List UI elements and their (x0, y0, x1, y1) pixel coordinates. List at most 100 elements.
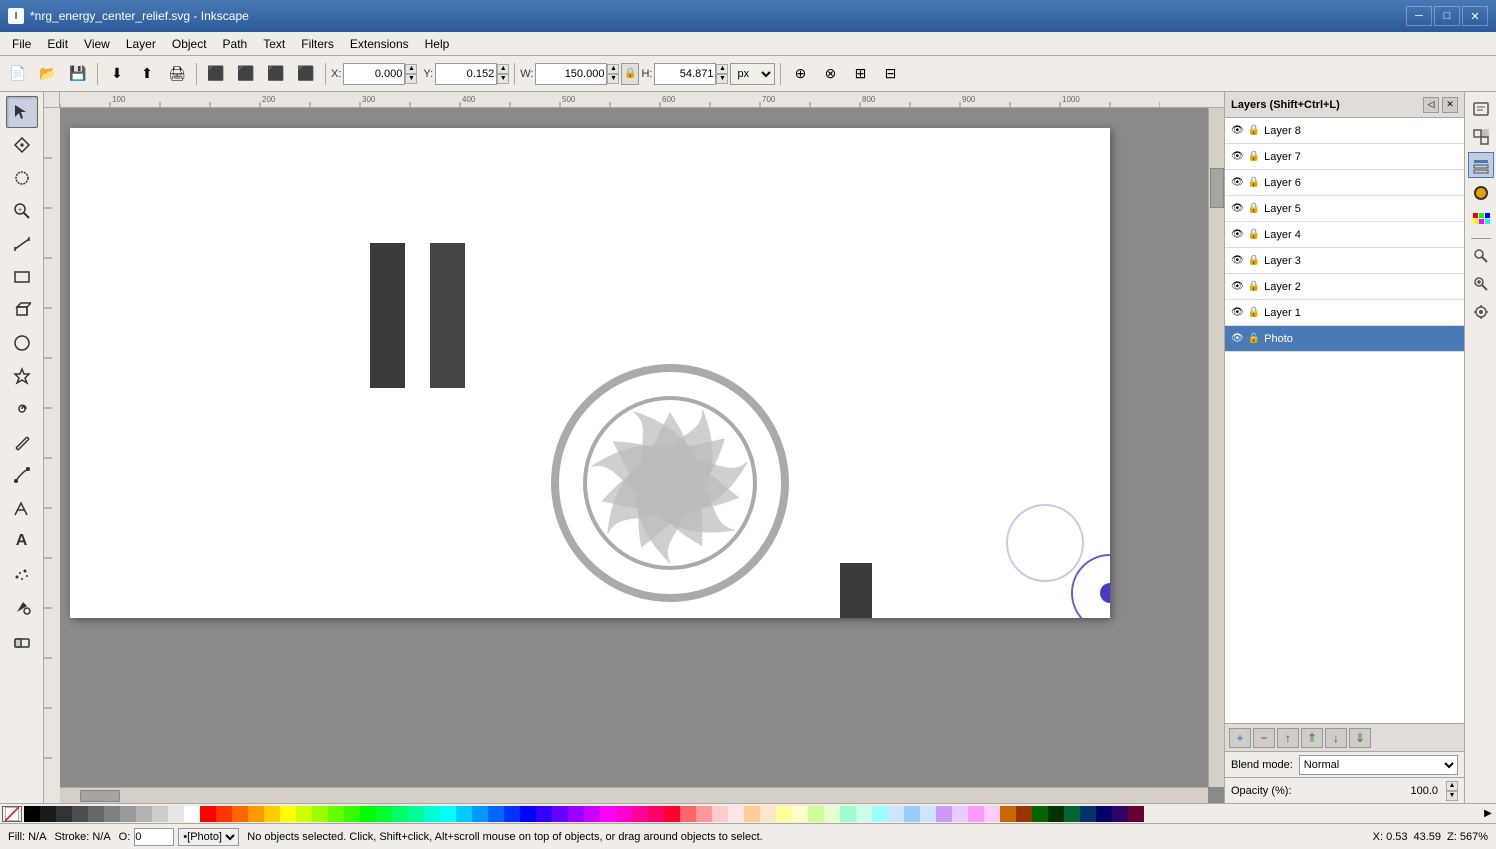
palette-none-button[interactable] (2, 806, 22, 822)
palette-color-56[interactable] (920, 806, 936, 822)
opacity-up-arrow[interactable]: ▲ (1446, 781, 1458, 791)
palette-color-16[interactable] (280, 806, 296, 822)
opacity-down-arrow[interactable]: ▼ (1446, 791, 1458, 801)
layer-lock-7[interactable]: 🔒 (1248, 307, 1260, 318)
layers-header-close[interactable]: ✕ (1442, 97, 1458, 113)
palette-color-43[interactable] (712, 806, 728, 822)
palette-color-68[interactable] (1112, 806, 1128, 822)
layer-visibility-6[interactable]: 👁 (1231, 281, 1244, 292)
menu-item-edit[interactable]: Edit (39, 33, 76, 55)
palette-color-46[interactable] (760, 806, 776, 822)
palette-color-62[interactable] (1016, 806, 1032, 822)
snap-button-4[interactable]: ⊟ (876, 60, 904, 88)
layer-item-7[interactable]: 👁 🔒 Layer 1 (1225, 300, 1464, 326)
snap-icon[interactable] (1468, 299, 1494, 325)
palette-color-69[interactable] (1128, 806, 1144, 822)
palette-color-23[interactable] (392, 806, 408, 822)
objects-icon[interactable] (1468, 124, 1494, 150)
layers-icon[interactable] (1468, 152, 1494, 178)
star-tool-button[interactable] (6, 360, 38, 392)
palette-color-0[interactable] (24, 806, 40, 822)
eraser-tool-button[interactable] (6, 624, 38, 656)
palette-color-32[interactable] (536, 806, 552, 822)
palette-color-14[interactable] (248, 806, 264, 822)
layer-lock-5[interactable]: 🔒 (1248, 255, 1260, 266)
palette-color-13[interactable] (232, 806, 248, 822)
palette-color-44[interactable] (728, 806, 744, 822)
w-down-arrow[interactable]: ▼ (607, 74, 619, 84)
palette-color-21[interactable] (360, 806, 376, 822)
layer-lock-0[interactable]: 🔒 (1248, 125, 1260, 136)
palette-color-50[interactable] (824, 806, 840, 822)
palette-color-47[interactable] (776, 806, 792, 822)
raise-layer-button[interactable]: ↑ (1277, 728, 1299, 748)
zoom-tool-button[interactable]: + (6, 195, 38, 227)
palette-color-60[interactable] (984, 806, 1000, 822)
palette-scroll-right[interactable]: ▶ (1480, 808, 1496, 819)
layer-item-0[interactable]: 👁 🔒 Layer 8 (1225, 118, 1464, 144)
palette-color-9[interactable] (168, 806, 184, 822)
palette-color-39[interactable] (648, 806, 664, 822)
palette-color-7[interactable] (136, 806, 152, 822)
palette-color-59[interactable] (968, 806, 984, 822)
menu-item-path[interactable]: Path (215, 33, 256, 55)
menu-item-object[interactable]: Object (164, 33, 215, 55)
pencil-tool-button[interactable] (6, 426, 38, 458)
h-down-arrow[interactable]: ▼ (716, 74, 728, 84)
palette-color-25[interactable] (424, 806, 440, 822)
align-right-button[interactable]: ⬛ (262, 60, 290, 88)
palette-color-20[interactable] (344, 806, 360, 822)
opacity-status-input[interactable] (134, 828, 174, 846)
export-button[interactable]: ⬆ (133, 60, 161, 88)
new-button[interactable]: 📄 (4, 60, 32, 88)
w-up-arrow[interactable]: ▲ (607, 64, 619, 74)
layer-item-3[interactable]: 👁 🔒 Layer 5 (1225, 196, 1464, 222)
palette-color-15[interactable] (264, 806, 280, 822)
palette-color-53[interactable] (872, 806, 888, 822)
open-button[interactable]: 📂 (34, 60, 62, 88)
menu-item-text[interactable]: Text (255, 33, 293, 55)
vertical-scrollbar[interactable] (1208, 108, 1224, 787)
palette-color-30[interactable] (504, 806, 520, 822)
tweak-tool-button[interactable] (6, 162, 38, 194)
paint-bucket-button[interactable] (6, 591, 38, 623)
menu-item-filters[interactable]: Filters (293, 33, 342, 55)
svg-document[interactable] (70, 128, 1110, 618)
maximize-button[interactable]: □ (1434, 6, 1460, 26)
swatches-icon[interactable] (1468, 208, 1494, 234)
palette-color-57[interactable] (936, 806, 952, 822)
palette-color-65[interactable] (1064, 806, 1080, 822)
palette-color-29[interactable] (488, 806, 504, 822)
import-button[interactable]: ⬇ (103, 60, 131, 88)
align-top-button[interactable]: ⬛ (292, 60, 320, 88)
layer-lock-2[interactable]: 🔒 (1248, 177, 1260, 188)
layer-visibility-4[interactable]: 👁 (1231, 229, 1244, 240)
add-layer-button[interactable]: + (1229, 728, 1251, 748)
palette-color-24[interactable] (408, 806, 424, 822)
rect-tool-button[interactable] (6, 261, 38, 293)
canvas-area[interactable]: 100 200 300 400 500 600 (44, 92, 1224, 803)
palette-color-61[interactable] (1000, 806, 1016, 822)
palette-color-36[interactable] (600, 806, 616, 822)
x-down-arrow[interactable]: ▼ (405, 74, 417, 84)
palette-color-67[interactable] (1096, 806, 1112, 822)
xml-editor-icon[interactable] (1468, 96, 1494, 122)
layer-item-5[interactable]: 👁 🔒 Layer 3 (1225, 248, 1464, 274)
snap-button-3[interactable]: ⊞ (846, 60, 874, 88)
blend-mode-select[interactable]: Normal Multiply Screen Overlay (1299, 755, 1458, 775)
text-tool-button[interactable]: A (6, 525, 38, 557)
layer-item-8[interactable]: 👁 🔒 Photo (1225, 326, 1464, 352)
palette-color-35[interactable] (584, 806, 600, 822)
minimize-button[interactable]: ─ (1406, 6, 1432, 26)
layer-selector[interactable]: •[Photo] (178, 828, 239, 846)
layer-visibility-7[interactable]: 👁 (1231, 307, 1244, 318)
y-input[interactable] (435, 63, 497, 85)
remove-layer-button[interactable]: − (1253, 728, 1275, 748)
menu-item-view[interactable]: View (76, 33, 118, 55)
lower-layer-button[interactable]: ↓ (1325, 728, 1347, 748)
h-up-arrow[interactable]: ▲ (716, 64, 728, 74)
palette-color-31[interactable] (520, 806, 536, 822)
close-button[interactable]: ✕ (1462, 6, 1488, 26)
layer-item-6[interactable]: 👁 🔒 Layer 2 (1225, 274, 1464, 300)
calligraphy-tool-button[interactable] (6, 492, 38, 524)
